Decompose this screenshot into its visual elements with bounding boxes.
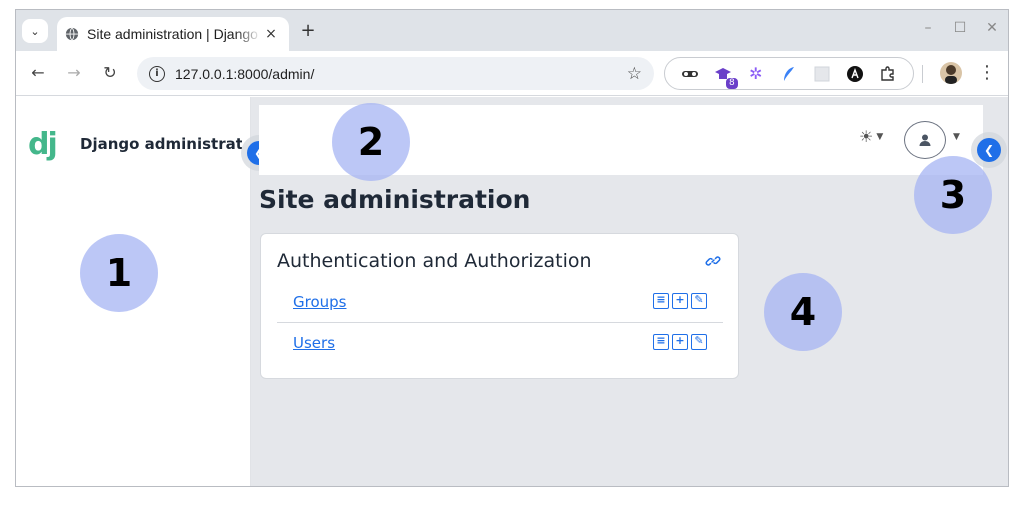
add-icon[interactable]: +	[672, 334, 688, 350]
user-menu-button[interactable]	[904, 121, 946, 159]
chevron-down-icon: ⌄	[30, 24, 40, 38]
users-link[interactable]: Users	[293, 334, 335, 352]
back-button[interactable]: ←	[28, 63, 48, 83]
tab-title: Site administration | Django site admin	[87, 26, 261, 42]
a-circle-extension-icon[interactable]	[846, 65, 864, 83]
sun-icon: ☀	[859, 127, 874, 146]
puzzle-extensions-icon[interactable]	[879, 65, 897, 83]
forward-button[interactable]: →	[64, 63, 84, 83]
user-caret-down-icon[interactable]: ▼	[953, 132, 960, 142]
edit-icon[interactable]: ✎	[691, 334, 707, 350]
site-info-icon[interactable]: i	[149, 65, 165, 82]
list-view-icon[interactable]: ≡	[653, 334, 669, 350]
bookmark-star-icon[interactable]: ☆	[627, 64, 642, 84]
reload-button[interactable]: ↻	[100, 63, 120, 83]
gear-extension-icon[interactable]: ✲	[747, 64, 765, 83]
browser-tab[interactable]: Site administration | Django site admin …	[57, 17, 289, 51]
extensions-area: 8 ✲	[664, 57, 914, 90]
address-bar[interactable]: i 127.0.0.1:8000/admin/ ☆	[137, 57, 654, 90]
annotation-marker-2: 2	[332, 103, 410, 181]
close-window-button[interactable]: ✕	[982, 20, 1002, 36]
close-tab-icon[interactable]: ×	[261, 26, 281, 42]
feather-extension-icon[interactable]	[780, 65, 798, 83]
list-view-icon[interactable]: ≡	[653, 293, 669, 309]
annotation-marker-1: 1	[80, 234, 158, 312]
model-row-groups: Groups ≡ + ✎	[277, 282, 723, 322]
theme-toggle[interactable]: ☀ ▼	[859, 127, 883, 146]
app-module-card: Authentication and Authorization Groups …	[260, 233, 739, 379]
row-actions: ≡ + ✎	[653, 334, 707, 350]
arrow-left-icon: ←	[31, 63, 45, 82]
globe-icon	[65, 27, 79, 41]
annotation-marker-4: 4	[764, 273, 842, 351]
add-icon[interactable]: +	[672, 293, 688, 309]
tab-search-button[interactable]: ⌄	[22, 19, 48, 43]
right-panel-toggle-button[interactable]: ❮	[977, 138, 1001, 162]
new-tab-button[interactable]: +	[298, 21, 318, 41]
url-text: 127.0.0.1:8000/admin/	[175, 65, 315, 82]
browser-menu-icon[interactable]: ⋮	[978, 63, 996, 83]
placeholder-extension-icon[interactable]	[813, 65, 831, 83]
incognito-extension-icon[interactable]	[681, 65, 699, 83]
toolbar-separator	[922, 65, 923, 83]
page-content: dj Django administration ❮ ☀ ▼ ▼ ❮ Site …	[16, 97, 1008, 486]
maximize-button[interactable]: ☐	[950, 20, 970, 36]
link-icon[interactable]	[705, 253, 721, 269]
profile-avatar[interactable]	[940, 62, 962, 84]
page-title: Site administration	[259, 185, 531, 214]
minimize-button[interactable]: –	[918, 20, 938, 36]
annotation-marker-3: 3	[914, 156, 992, 234]
groups-link[interactable]: Groups	[293, 293, 346, 311]
caret-down-icon: ▼	[876, 131, 884, 142]
edit-icon[interactable]: ✎	[691, 293, 707, 309]
browser-window: ⌄ Site administration | Django site admi…	[15, 9, 1009, 487]
module-title[interactable]: Authentication and Authorization	[277, 250, 592, 272]
graduation-cap-extension-icon[interactable]: 8	[714, 65, 738, 89]
extension-badge: 8	[725, 77, 738, 89]
tab-strip: ⌄ Site administration | Django site admi…	[16, 10, 1008, 51]
model-row-users: Users ≡ + ✎	[277, 323, 723, 363]
django-logo: dj	[28, 127, 58, 162]
browser-toolbar: ← → ↻ i 127.0.0.1:8000/admin/ ☆ 8 ✲ ⋮	[16, 51, 1008, 96]
brand-title[interactable]: Django administration	[80, 135, 242, 153]
user-icon	[919, 134, 931, 146]
chevron-left-icon: ❮	[983, 143, 995, 157]
reload-icon: ↻	[103, 63, 117, 82]
arrow-right-icon: →	[67, 63, 81, 82]
row-actions: ≡ + ✎	[653, 293, 707, 309]
